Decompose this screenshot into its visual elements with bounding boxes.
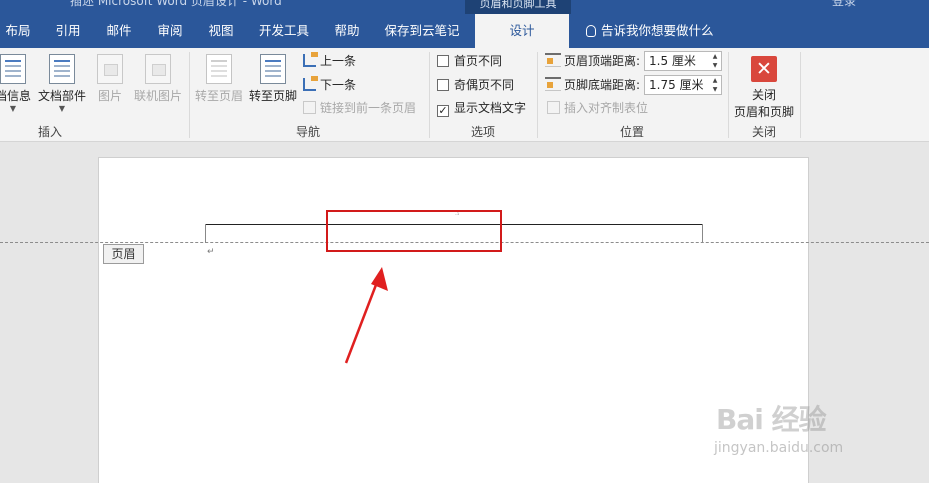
close-button-line1: 关闭 <box>751 88 776 102</box>
tab-developer[interactable]: 开发工具 <box>251 14 317 48</box>
online-picture-label: 联机图片 <box>133 89 182 103</box>
footer-bottom-distance-label: 页脚底端距离: <box>564 78 641 92</box>
group-divider <box>800 52 801 138</box>
close-icon: ✕ <box>751 56 777 82</box>
picture-button[interactable]: 图片 <box>94 54 126 104</box>
header-top-distance-row: 页眉顶端距离: <box>545 51 640 71</box>
context-tab-title: 页眉和页脚工具 <box>465 0 571 14</box>
header-top-distance-value: 1.5 厘米 <box>649 54 696 68</box>
picture-icon <box>97 54 123 84</box>
footer-bottom-distance-input[interactable]: 1.75 厘米 ▲ ▼ <box>644 75 722 95</box>
group-divider <box>537 52 538 138</box>
checkbox-box <box>437 55 449 67</box>
paragraph-mark: ↵ <box>207 247 215 257</box>
tab-design[interactable]: 设计 <box>475 14 569 48</box>
tell-me-text: 告诉我你想要做什么 <box>601 23 714 38</box>
insert-group-label: 插入 <box>38 125 63 139</box>
header-tag: 页眉 <box>103 244 144 264</box>
baidu-watermark: Bai 经验 <box>716 403 827 436</box>
online-picture-button[interactable]: 联机图片 <box>132 54 184 104</box>
tab-layout[interactable]: 布局 <box>0 14 36 48</box>
position-group-label: 位置 <box>620 125 645 139</box>
goto-footer-icon <box>260 54 286 84</box>
window-title: 插述 Microsoft Word 页眉设计 - Word <box>70 0 282 8</box>
group-divider <box>728 52 729 138</box>
goto-header-icon <box>206 54 232 84</box>
close-header-footer-button[interactable]: ✕ 关闭 页眉和页脚 <box>733 56 795 120</box>
insert-alignment-tab-label: 插入对齐制表位 <box>564 101 649 115</box>
previous-button[interactable]: 上一条 <box>303 52 356 70</box>
previous-label: 上一条 <box>320 54 357 68</box>
goto-header-button[interactable]: 转至页眉 <box>193 54 245 104</box>
header-position-icon <box>545 53 561 67</box>
document-parts-icon <box>49 54 75 84</box>
show-document-text-label: 显示文档文字 <box>454 101 527 115</box>
different-first-page-label: 首页不同 <box>454 54 503 68</box>
navigation-group-label: 导航 <box>296 125 321 139</box>
document-page[interactable] <box>98 157 809 483</box>
header-margin-corner <box>205 224 206 243</box>
highlight-box <box>326 210 502 252</box>
footer-bottom-distance-value: 1.75 厘米 <box>649 78 704 92</box>
next-button[interactable]: 下一条 <box>303 76 356 94</box>
close-button-line2: 页眉和页脚 <box>733 105 794 119</box>
tab-mailings[interactable]: 邮件 <box>99 14 139 48</box>
footer-position-icon <box>545 77 561 91</box>
different-first-page-checkbox[interactable]: 首页不同 <box>437 52 502 70</box>
link-to-previous-label: 链接到前一条页眉 <box>320 101 417 115</box>
options-group-label: 选项 <box>471 125 496 139</box>
next-section-icon <box>303 76 318 91</box>
tab-help[interactable]: 帮助 <box>327 14 367 48</box>
previous-section-icon <box>303 52 318 67</box>
tab-save-to-cloud-note[interactable]: 保存到云笔记 <box>377 14 467 48</box>
group-divider <box>189 52 190 138</box>
different-odd-even-checkbox[interactable]: 奇偶页不同 <box>437 76 514 94</box>
header-top-distance-input[interactable]: 1.5 厘米 ▲ ▼ <box>644 51 722 71</box>
header-margin-corner <box>702 224 703 243</box>
sign-in-link[interactable]: 登录 <box>832 0 856 9</box>
baidu-watermark-url: jingyan.baidu.com <box>714 440 844 456</box>
link-to-previous-button[interactable]: 链接到前一条页眉 <box>303 99 416 117</box>
alignment-tab-icon <box>547 101 560 114</box>
arrow-head <box>371 267 388 291</box>
doc-info-label: 档信息 <box>0 89 31 103</box>
header-top-distance-label: 页眉顶端距离: <box>564 54 641 68</box>
annotation-arrow <box>344 267 388 364</box>
next-label: 下一条 <box>320 78 357 92</box>
show-document-text-checkbox[interactable]: ✓ 显示文档文字 <box>437 99 526 117</box>
arrow-shaft <box>344 276 381 364</box>
tab-view[interactable]: 视图 <box>201 14 241 48</box>
checkbox-box <box>437 79 449 91</box>
goto-footer-button[interactable]: 转至页脚 <box>247 54 299 104</box>
doc-parts-button[interactable]: 文档部件 ▼ <box>36 54 88 113</box>
lightbulb-icon <box>586 25 596 37</box>
footer-bottom-distance-row: 页脚底端距离: <box>545 75 640 95</box>
tab-review[interactable]: 审阅 <box>150 14 190 48</box>
group-divider <box>429 52 430 138</box>
link-icon <box>303 101 316 114</box>
ribbon: 档信息 ▼ 文档部件 ▼ 图片 联机图片 插入 转至页眉 转至页脚 上一条 下一… <box>0 48 929 142</box>
title-bar: 插述 Microsoft Word 页眉设计 - Word 页眉和页脚工具 登录… <box>0 0 929 48</box>
picture-label: 图片 <box>97 89 122 103</box>
chevron-down-icon: ▼ <box>9 104 17 113</box>
doc-info-button[interactable]: 档信息 ▼ <box>0 54 34 113</box>
goto-header-label: 转至页眉 <box>194 89 243 103</box>
document-info-icon <box>0 54 26 84</box>
doc-parts-label: 文档部件 <box>37 89 86 103</box>
different-odd-even-label: 奇偶页不同 <box>454 78 515 92</box>
insert-alignment-tab-button[interactable]: 插入对齐制表位 <box>547 99 648 117</box>
window-title-strip: 插述 Microsoft Word 页眉设计 - Word 页眉和页脚工具 登录 <box>0 0 929 14</box>
spinner-arrows-icon[interactable]: ▲ ▼ <box>709 52 721 70</box>
spinner-arrows-icon[interactable]: ▲ ▼ <box>709 76 721 94</box>
close-group-label: 关闭 <box>752 125 777 139</box>
chevron-down-icon: ▼ <box>58 104 66 113</box>
online-picture-icon <box>145 54 171 84</box>
tab-references[interactable]: 引用 <box>48 14 88 48</box>
tell-me-search[interactable]: 告诉我你想要做什么 <box>586 14 714 48</box>
checkmark-icon: ✓ <box>437 104 449 117</box>
goto-footer-label: 转至页脚 <box>248 89 297 103</box>
